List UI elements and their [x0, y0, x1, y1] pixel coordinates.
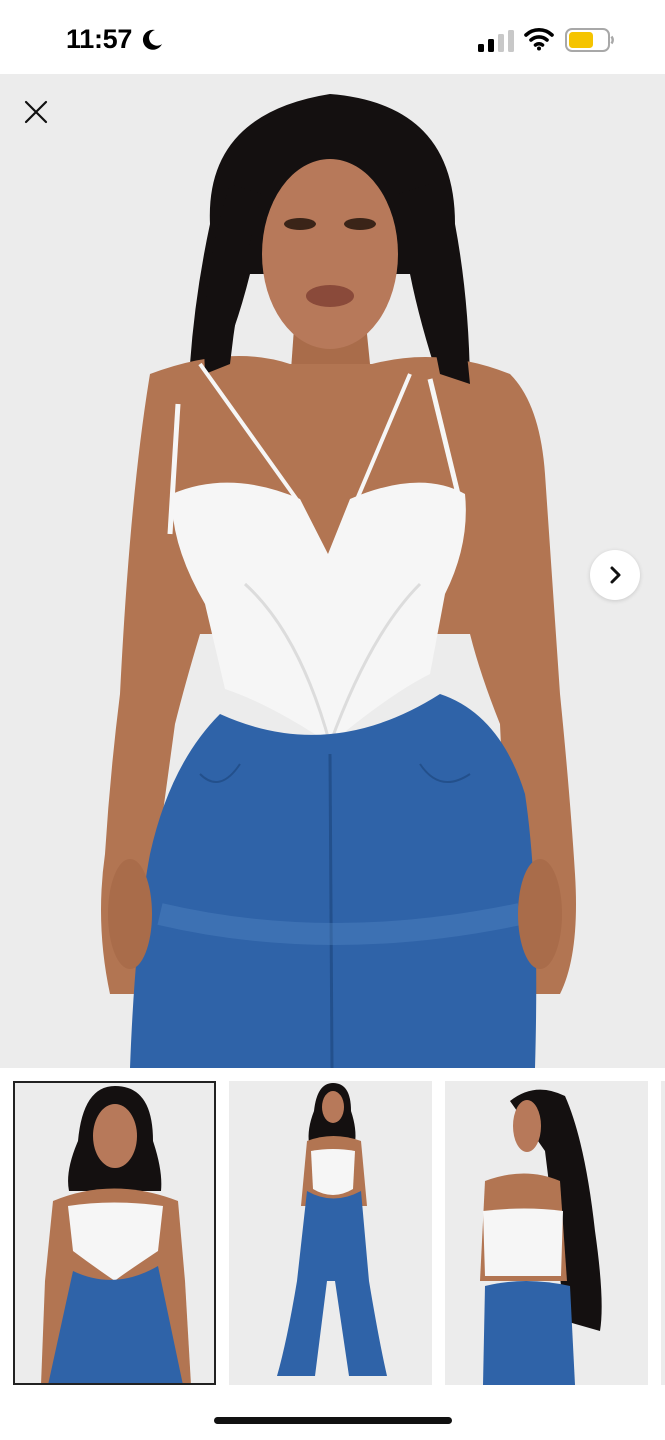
status-bar: 11:57 [0, 0, 665, 74]
thumbnail-3[interactable] [445, 1081, 648, 1385]
close-icon[interactable] [20, 96, 52, 128]
thumbnail-strip [0, 1068, 665, 1398]
battery-icon [565, 28, 614, 52]
moon-icon [142, 29, 162, 50]
wifi-icon [524, 28, 554, 51]
product-main-image[interactable] [0, 74, 665, 1068]
thumbnail-2[interactable] [229, 1081, 432, 1385]
home-indicator [214, 1417, 452, 1424]
thumbnail-2-image [229, 1081, 432, 1385]
chevron-right-icon [610, 566, 621, 584]
thumbnail-3-image [445, 1081, 648, 1385]
cellular-signal-icon [478, 30, 514, 52]
model-photo [0, 74, 665, 1068]
status-time: 11:57 [66, 24, 133, 54]
thumbnail-4-partial[interactable] [661, 1081, 665, 1385]
thumbnail-1-image [13, 1081, 216, 1385]
next-image-button[interactable] [590, 550, 640, 600]
thumbnail-1[interactable] [13, 1081, 216, 1385]
